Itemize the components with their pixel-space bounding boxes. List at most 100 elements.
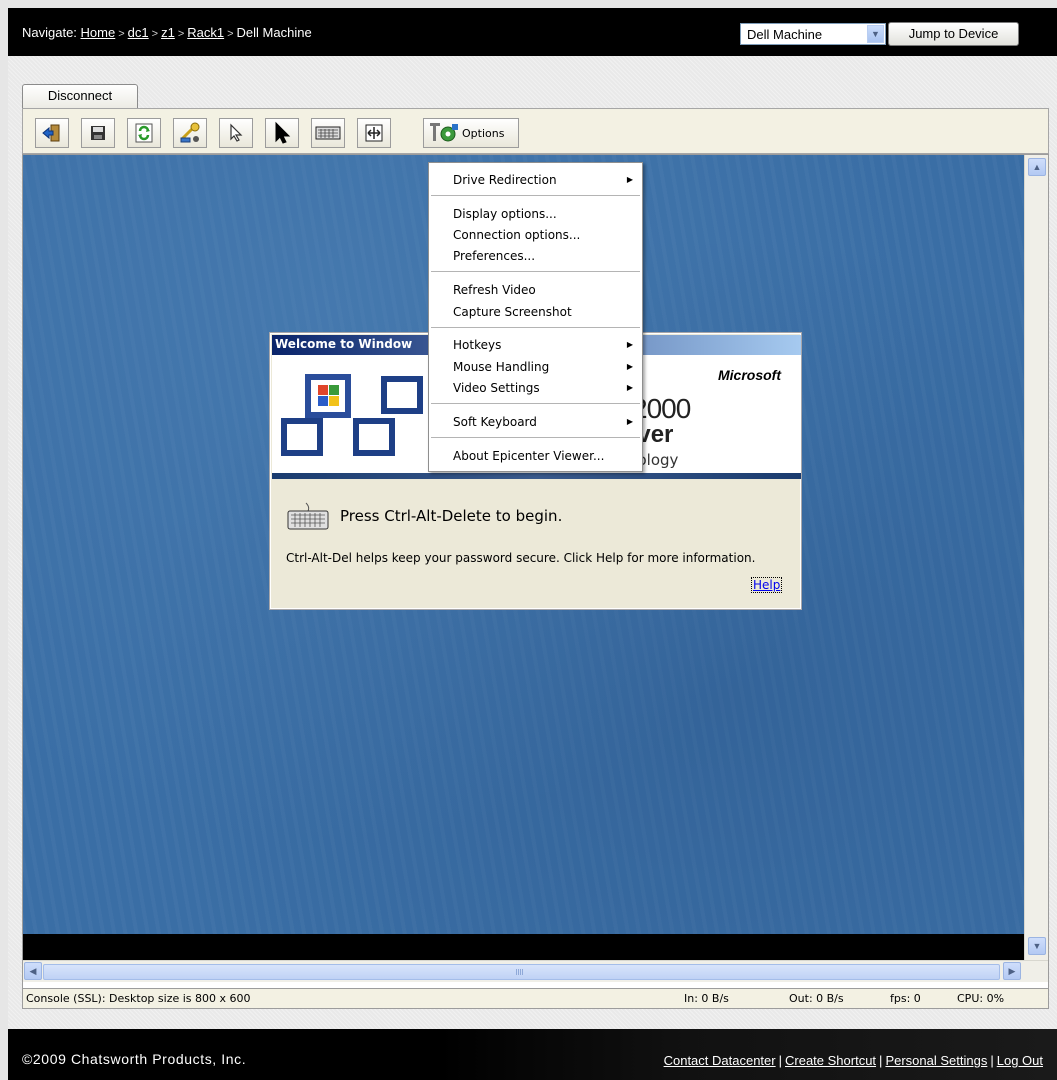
mouse-pointer-outline-icon xyxy=(230,123,243,142)
menu-separator xyxy=(431,403,640,404)
save-icon xyxy=(91,126,105,140)
chevron-down-icon[interactable]: ▼ xyxy=(867,25,884,43)
exit-button[interactable] xyxy=(35,118,69,148)
fps-readout: fps: 0 xyxy=(890,992,921,1005)
soft-keyboard-button[interactable] xyxy=(311,118,345,148)
menu-item-soft-keyboard[interactable]: Soft Keyboard ▶ xyxy=(453,412,643,432)
options-label: Options xyxy=(462,126,505,140)
menu-item-label: Connection options... xyxy=(453,228,581,242)
menu-item-label: Display options... xyxy=(453,207,557,221)
chevron-left-icon: ◀ xyxy=(29,966,37,976)
chevron-up-icon: ▲ xyxy=(1032,162,1042,172)
menu-separator xyxy=(431,327,640,328)
breadcrumb-separator: > xyxy=(177,28,185,40)
scroll-down-button[interactable]: ▼ xyxy=(1028,937,1046,955)
contact-datacenter-link[interactable]: Contact Datacenter xyxy=(664,1053,776,1068)
menu-item-hotkeys[interactable]: Hotkeys ▶ xyxy=(453,335,643,355)
scroll-right-button[interactable]: ▶ xyxy=(1003,962,1021,980)
breadcrumb-separator: > xyxy=(118,28,125,40)
screen-bottom-strip xyxy=(23,934,1024,960)
device-select[interactable]: Dell Machine ▼ xyxy=(740,23,886,45)
refresh-icon xyxy=(135,123,153,143)
inbound-rate: In: 0 B/s xyxy=(684,992,729,1005)
viewer-toolbar: Options xyxy=(22,108,1049,154)
breadcrumb-z1-link[interactable]: z1 xyxy=(161,25,175,40)
menu-item-label: About Epicenter Viewer... xyxy=(453,449,605,463)
chevron-down-icon: ▼ xyxy=(1032,941,1042,951)
submenu-arrow-icon: ▶ xyxy=(626,175,633,184)
breadcrumb-separator: > xyxy=(151,28,159,40)
options-menu: Drive Redirection ▶ Display options... Co… xyxy=(428,162,643,472)
mouse-pointer-outline-button[interactable] xyxy=(219,118,253,148)
menu-item-label: Drive Redirection xyxy=(453,173,557,187)
menu-item-label: Video Settings xyxy=(453,381,540,395)
menu-item-mouse-handling[interactable]: Mouse Handling ▶ xyxy=(453,357,643,377)
mouse-pointer-icon xyxy=(275,121,291,144)
microsoft-logo: Microsoft xyxy=(718,367,781,383)
submenu-arrow-icon: ▶ xyxy=(626,383,633,392)
menu-item-capture-screenshot[interactable]: Capture Screenshot xyxy=(453,302,643,322)
options-button[interactable]: Options xyxy=(423,118,519,148)
breadcrumb-current: Dell Machine xyxy=(236,25,312,40)
device-select-value: Dell Machine xyxy=(747,27,823,42)
menu-separator xyxy=(431,437,640,438)
menu-item-about-epicenter-viewer[interactable]: About Epicenter Viewer... xyxy=(453,446,643,466)
banner-divider xyxy=(272,473,801,479)
breadcrumb: Navigate: Home > dc1 > z1 > Rack1 > Dell Machine xyxy=(22,25,312,40)
menu-item-label: Soft Keyboard xyxy=(453,415,537,429)
menu-item-label: Hotkeys xyxy=(453,338,502,352)
dialog-help-text: Ctrl-Alt-Del helps keep your password se… xyxy=(286,551,756,565)
outbound-rate: Out: 0 B/s xyxy=(789,992,844,1005)
horizontal-scroll-thumb[interactable] xyxy=(43,964,1000,980)
menu-item-preferences[interactable]: Preferences... xyxy=(453,246,643,266)
page-footer: ©2009 Chatsworth Products, Inc. Contact … xyxy=(8,1029,1057,1080)
breadcrumb-rack1-link[interactable]: Rack1 xyxy=(187,25,224,40)
menu-item-label: Mouse Handling xyxy=(453,360,550,374)
disconnect-button[interactable]: Disconnect xyxy=(22,84,138,108)
personal-settings-link[interactable]: Personal Settings xyxy=(885,1053,987,1068)
breadcrumb-dc1-link[interactable]: dc1 xyxy=(128,25,149,40)
console-status: Console (SSL): Desktop size is 800 x 600 xyxy=(26,992,251,1005)
status-bar: Console (SSL): Desktop size is 800 x 600… xyxy=(22,989,1049,1009)
footer-links: Contact Datacenter | Create Shortcut | Perso… xyxy=(664,1053,1043,1068)
press-ctrl-alt-delete-text: Press Ctrl-Alt-Delete to begin. xyxy=(340,507,563,525)
breadcrumb-separator: > xyxy=(227,28,234,40)
nav-prefix: Navigate: xyxy=(22,25,77,40)
chevron-right-icon: ▶ xyxy=(1008,966,1016,976)
jump-to-device-button[interactable]: Jump to Device xyxy=(888,22,1019,46)
refresh-button[interactable] xyxy=(127,118,161,148)
create-shortcut-link[interactable]: Create Shortcut xyxy=(785,1053,876,1068)
menu-item-label: Preferences... xyxy=(453,249,536,263)
scroll-left-button[interactable]: ◀ xyxy=(24,962,42,980)
menu-item-label: Capture Screenshot xyxy=(453,305,572,319)
menu-separator xyxy=(431,271,640,272)
menu-item-drive-redirection[interactable]: Drive Redirection ▶ xyxy=(453,170,643,190)
menu-item-refresh-video[interactable]: Refresh Video xyxy=(453,280,643,300)
kvm-viewer-page: Navigate: Home > dc1 > z1 > Rack1 > Dell Machine… xyxy=(8,8,1057,1080)
help-link[interactable]: Help xyxy=(751,577,783,593)
save-button[interactable] xyxy=(81,118,115,148)
menu-item-video-settings[interactable]: Video Settings ▶ xyxy=(453,378,643,398)
tools-icon xyxy=(430,123,458,142)
horizontal-scrollbar[interactable]: ◀ ▶ xyxy=(23,960,1048,982)
key-button[interactable] xyxy=(173,118,207,148)
menu-separator xyxy=(431,195,640,196)
windows-logo-icon xyxy=(281,374,423,456)
mouse-pointer-button[interactable] xyxy=(265,118,299,148)
keyboard-icon xyxy=(287,502,329,530)
link-separator: | xyxy=(778,1053,782,1068)
exit-icon xyxy=(42,124,60,142)
scroll-up-button[interactable]: ▲ xyxy=(1028,158,1046,176)
menu-item-connection-options[interactable]: Connection options... xyxy=(453,225,643,245)
vertical-scrollbar[interactable]: ▲ ▼ xyxy=(1024,155,1048,960)
fit-screen-button[interactable] xyxy=(357,118,391,148)
menu-item-display-options[interactable]: Display options... xyxy=(453,204,643,224)
cpu-readout: CPU: 0% xyxy=(957,992,1005,1005)
log-out-link[interactable]: Log Out xyxy=(997,1053,1043,1068)
keyboard-icon xyxy=(315,126,341,140)
link-separator: | xyxy=(990,1053,994,1068)
breadcrumb-home-link[interactable]: Home xyxy=(81,25,116,40)
copyright-text: ©2009 Chatsworth Products, Inc. xyxy=(22,1051,247,1067)
key-icon xyxy=(180,122,200,143)
menu-item-label: Refresh Video xyxy=(453,283,536,297)
